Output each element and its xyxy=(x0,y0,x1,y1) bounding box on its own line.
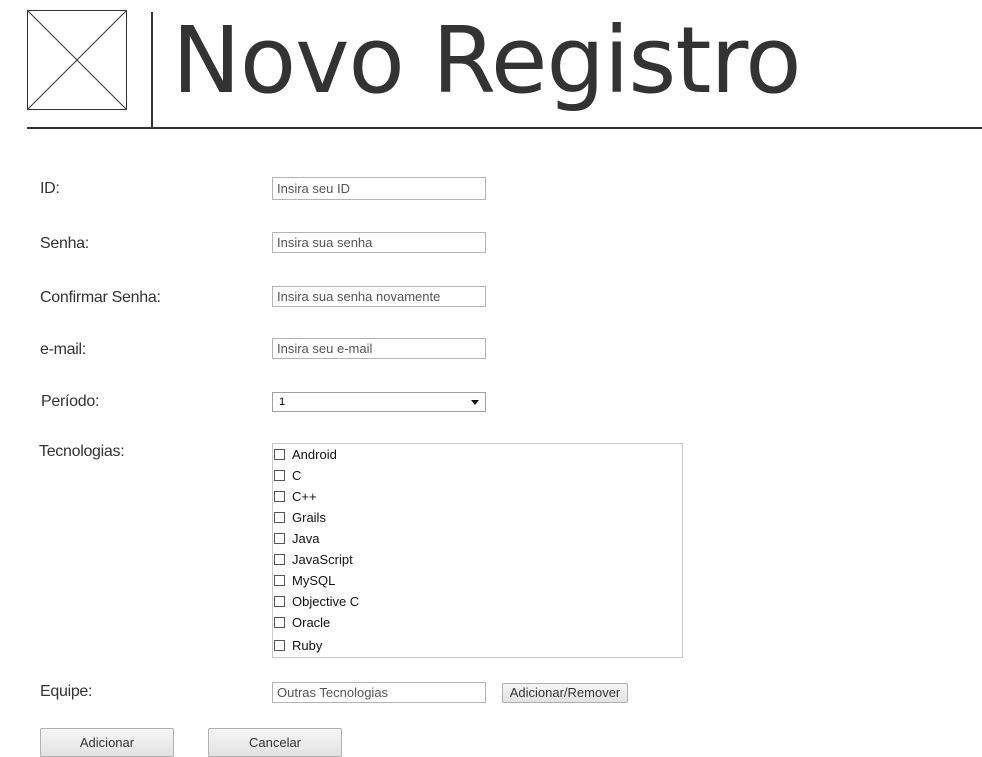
checkbox[interactable] xyxy=(274,553,285,565)
id-input[interactable] xyxy=(272,177,486,200)
tecnologias-label: Tecnologias: xyxy=(39,443,125,460)
senha-label: Senha: xyxy=(40,235,89,252)
confirmar-senha-input[interactable] xyxy=(272,286,486,307)
page-title: Novo Registro xyxy=(172,7,802,114)
checkbox[interactable] xyxy=(274,469,285,481)
tech-item-label: C xyxy=(292,467,302,483)
checkbox[interactable] xyxy=(274,490,285,502)
tech-item-label: Java xyxy=(292,530,320,546)
tech-item-cpp[interactable]: C++ xyxy=(274,487,317,505)
id-label: ID: xyxy=(40,180,60,197)
cancelar-button[interactable]: Cancelar xyxy=(208,728,342,757)
tech-item-objective-c[interactable]: Objective C xyxy=(274,592,359,610)
tech-item-label: Ruby xyxy=(292,637,323,653)
tech-item-ruby[interactable]: Ruby xyxy=(274,636,322,654)
checkbox[interactable] xyxy=(274,616,285,628)
tech-item-oracle[interactable]: Oracle xyxy=(274,613,330,631)
checkbox[interactable] xyxy=(274,448,285,460)
tech-item-javascript[interactable]: JavaScript xyxy=(274,550,353,568)
tech-item-label: Oracle xyxy=(292,614,331,630)
checkbox[interactable] xyxy=(274,532,285,544)
equipe-label: Equipe: xyxy=(40,683,93,700)
tech-item-label: Objective C xyxy=(292,593,360,609)
email-input[interactable] xyxy=(272,338,486,359)
tech-item-label: JavaScript xyxy=(292,551,353,567)
checkbox[interactable] xyxy=(274,511,285,523)
tech-item-android[interactable]: Android xyxy=(274,445,337,463)
periodo-label: Período: xyxy=(41,393,100,410)
tech-item-label: Grails xyxy=(292,509,326,525)
periodo-selected-value: 1 xyxy=(279,396,286,408)
tech-item-grails[interactable]: Grails xyxy=(274,508,326,526)
tech-item-c[interactable]: C xyxy=(274,466,301,484)
tech-item-label: C++ xyxy=(292,488,317,504)
logo-placeholder xyxy=(27,10,127,110)
email-label: e-mail: xyxy=(40,341,86,358)
header-divider-vertical xyxy=(151,12,153,128)
checkbox[interactable] xyxy=(274,639,285,651)
adicionar-button[interactable]: Adicionar xyxy=(40,728,174,757)
tecnologias-list[interactable]: Android C C++ Grails Java JavaScript MyS… xyxy=(272,443,683,658)
periodo-select[interactable]: 1 xyxy=(272,392,486,412)
senha-input[interactable] xyxy=(272,232,486,253)
tech-item-java[interactable]: Java xyxy=(274,529,319,547)
tech-item-label: Android xyxy=(292,446,337,462)
tech-item-mysql[interactable]: MySQL xyxy=(274,571,335,589)
header-divider-horizontal xyxy=(27,127,982,129)
equipe-input[interactable] xyxy=(272,682,486,703)
chevron-down-icon xyxy=(471,400,479,405)
image-placeholder-icon xyxy=(27,10,127,110)
adicionar-remover-button[interactable]: Adicionar/Remover xyxy=(502,683,628,703)
checkbox[interactable] xyxy=(274,595,285,607)
tech-item-label: MySQL xyxy=(292,572,336,588)
checkbox[interactable] xyxy=(274,574,285,586)
confirmar-senha-label: Confirmar Senha: xyxy=(40,289,161,306)
